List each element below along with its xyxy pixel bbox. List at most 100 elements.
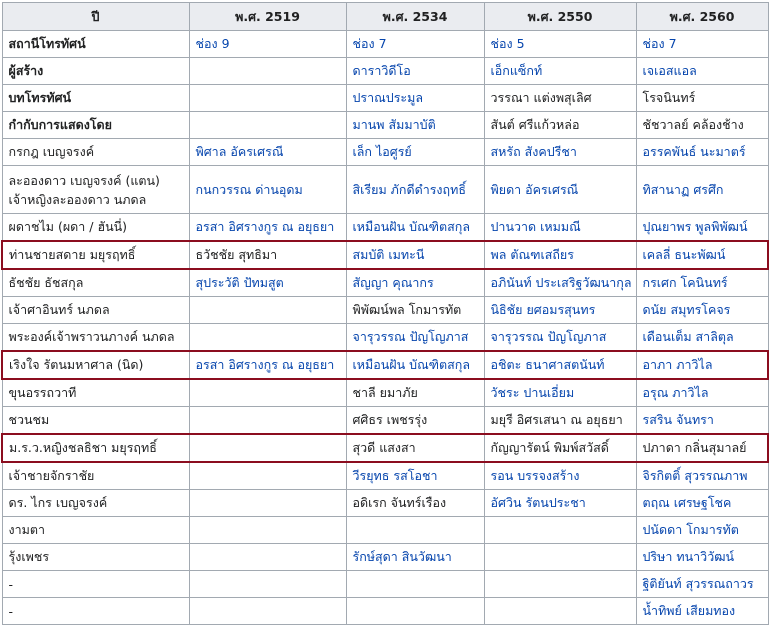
table-row: พระองค์เจ้าพราวนภางค์ นภดล จารุวรรณ ปัญโญ… <box>1 323 769 352</box>
cast-cell: จารุวรรณ ปัญโญภาส <box>483 323 637 352</box>
cast-cell: พิพัฒน์พล โกมารทัต <box>345 296 485 324</box>
cast-link[interactable]: วีรยุทธ รสโอชา <box>353 468 438 483</box>
cast-link[interactable]: ปริษา ทนาวิวัฒน์ <box>643 549 735 564</box>
cast-link[interactable]: อรสา อิศรางกูร ณ อยุธยา <box>196 219 335 234</box>
cast-link[interactable]: ช่อง 7 <box>643 36 677 51</box>
cast-link[interactable]: นิธิชัย ยศอมรสุนทร <box>491 302 596 317</box>
cast-link[interactable]: จารุวรรณ ปัญโญภาส <box>491 329 607 344</box>
cast-link[interactable]: เคลลี่ ธนะพัฒน์ <box>643 247 726 262</box>
cast-link[interactable]: น้ำทิพย์ เสียมทอง <box>643 603 736 618</box>
role-cell: ท่านชายสดาย มยุรฤทธิ์ <box>1 240 190 270</box>
cast-cell: วรรณา แต่งพสุเลิศ <box>483 84 637 112</box>
cast-link[interactable]: เดือนเต็ม สาลิตุล <box>643 329 734 344</box>
cast-link[interactable]: ตฤณ เศรษฐโชค <box>643 495 732 510</box>
cast-link[interactable]: ช่อง 7 <box>353 36 387 51</box>
header-year: ปี <box>1 2 190 31</box>
cast-link[interactable]: เล็ก ไอศูรย์ <box>353 144 412 159</box>
cast-cell: ธวัชชัย สุทธิมา <box>188 240 347 270</box>
cast-link[interactable]: กนกวรรณ ด่านอุดม <box>196 182 303 197</box>
cast-link[interactable]: สัญญา คุณากร <box>353 275 434 290</box>
cast-text: ปภาดา กลิ่นสุมาลย์ <box>642 440 747 455</box>
cast-link[interactable]: ปุณยาพร พูลพิพัฒน์ <box>643 219 748 234</box>
cast-link[interactable]: ช่อง 9 <box>196 36 230 51</box>
cast-cell: อาภา ภาวิไล <box>635 350 769 380</box>
cast-link[interactable]: ปานวาด เหมมณี <box>491 219 581 234</box>
cast-link[interactable]: มานพ สัมมาบัติ <box>353 117 436 132</box>
cast-link[interactable]: รสริน จันทรา <box>643 412 714 427</box>
cast-cell: อัศวิน รัตนประชา <box>483 489 637 517</box>
cast-link[interactable]: สหรัถ สังคปรีชา <box>491 144 577 159</box>
table-row: ชวนชม ศศิธร เพชรรุ่ง มยุรี อิศรเสนา ณ อยุธ… <box>1 406 769 435</box>
cast-link[interactable]: อรรคพันธ์ นะมาตร์ <box>643 144 746 159</box>
role-cell: สถานีโทรทัศน์ <box>1 30 190 58</box>
cast-link[interactable]: พิยดา อัครเศรณี <box>491 182 579 197</box>
role-cell: บทโทรทัศน์ <box>1 84 190 112</box>
cast-cell: ปริษา ทนาวิวัฒน์ <box>635 543 769 571</box>
role-cell: - <box>1 570 190 598</box>
cast-link[interactable]: เอ็กแซ็กท์ <box>491 63 543 78</box>
cast-cell: ช่อง 5 <box>483 30 637 58</box>
cast-link[interactable]: จิรกิตติ์ สุวรรณภาพ <box>643 468 748 483</box>
cast-cell: เล็ก ไอศูรย์ <box>345 138 485 166</box>
table-row: ธัชชัย ธัชสกุล สุประวัติ ปัทมสูต สัญญา คุณ… <box>1 268 769 297</box>
cast-cell: ปานวาด เหมมณี <box>483 213 637 242</box>
cast-cell: กนกวรรณ ด่านอุดม <box>188 165 347 214</box>
cast-link[interactable]: เหมือนฝัน บัณฑิตสกุล <box>353 357 471 372</box>
cast-text: อดิเรก จันทร์เรือง <box>352 495 447 510</box>
cast-text: ชัชวาลย์ คล้องช้าง <box>642 117 744 132</box>
cast-link[interactable]: ดนัย สมุทรโคจร <box>643 302 731 317</box>
header-2550: พ.ศ. 2550 <box>483 2 637 31</box>
cast-link[interactable]: เหมือนฝัน บัณฑิตสกุล <box>353 219 471 234</box>
table-row: กำกับการแสดงโดย มานพ สัมมาบัติ สันต์ ศรีแก… <box>1 111 769 139</box>
cast-text: สันต์ ศรีแก้วหล่อ <box>490 117 580 132</box>
header-2534: พ.ศ. 2534 <box>345 2 485 31</box>
cast-link[interactable]: อรุณ ภาวิไล <box>643 385 709 400</box>
cast-text: โรจนินทร์ <box>642 90 696 105</box>
cast-link[interactable]: รักษ์สุดา สินวัฒนา <box>353 549 452 564</box>
cast-link[interactable]: รอน บรรจงสร้าง <box>491 468 580 483</box>
cast-cell: ช่อง 7 <box>635 30 769 58</box>
cast-link[interactable]: สุประวัติ ปัทมสูต <box>196 275 284 290</box>
cast-link[interactable]: อัศวิน รัตนประชา <box>491 495 586 510</box>
cast-cell: สุวดี แสงสา <box>345 433 485 463</box>
cast-cell: ดาราวิดีโอ <box>345 57 485 85</box>
cast-link[interactable]: วัชระ ปานเอี่ยม <box>491 385 575 400</box>
cast-cell: ปภาดา กลิ่นสุมาลย์ <box>635 433 769 463</box>
cast-link[interactable]: อชิตะ ธนาศาสตนันท์ <box>491 357 605 372</box>
cast-cell: อดิเรก จันทร์เรือง <box>345 489 485 517</box>
table-row: เจ้าศาอินทร์ นภดล พิพัฒน์พล โกมารทัต นิธิช… <box>1 296 769 324</box>
cast-link[interactable]: อรสา อิศรางกูร ณ อยุธยา <box>196 357 335 372</box>
cast-cell: เอ็กแซ็กท์ <box>483 57 637 85</box>
cast-link[interactable]: ปนัดดา โกมารทัต <box>643 522 739 537</box>
cast-link[interactable]: อภินันท์ ประเสริฐวัฒนากุล <box>491 275 632 290</box>
cast-link[interactable]: ดาราวิดีโอ <box>353 63 411 78</box>
cast-link[interactable]: ฐิติยันท์ สุวรรณถาวร <box>643 576 754 591</box>
cast-link[interactable]: เจเอสแอล <box>643 63 697 78</box>
role-cell: เจ้าศาอินทร์ นภดล <box>1 296 190 324</box>
cast-text: ชาลี ยมาภัย <box>352 385 418 400</box>
cast-cell: มยุรี อิศรเสนา ณ อยุธยา <box>483 406 637 435</box>
cast-link[interactable]: สิเรียม ภักดีดำรงฤทธิ์ <box>353 182 466 197</box>
cast-cell: วัชระ ปานเอี่ยม <box>483 378 637 407</box>
table-row: เจ้าชายจักราชัย วีรยุทธ รสโอชา รอน บรรจงสร… <box>1 461 769 490</box>
cast-link[interactable]: พิศาล อัครเศรณี <box>196 144 284 159</box>
cast-cell: เจเอสแอล <box>635 57 769 85</box>
table-row: กรกฎ เบญจรงค์ พิศาล อัครเศรณี เล็ก ไอศูรย์… <box>1 138 769 166</box>
table-row: ท่านชายสดาย มยุรฤทธิ์ ธวัชชัย สุทธิมา สมบั… <box>1 240 769 270</box>
cast-text: กัญญารัตน์ พิมพ์สวัสดิ์ <box>490 440 609 455</box>
cast-link[interactable]: อาภา ภาวิไล <box>643 357 713 372</box>
cast-cell <box>188 406 347 435</box>
table-row: บทโทรทัศน์ ปราณประมูล วรรณา แต่งพสุเลิศ โรจ… <box>1 84 769 112</box>
cast-cell: สิเรียม ภักดีดำรงฤทธิ์ <box>345 165 485 214</box>
cast-link[interactable]: จารุวรรณ ปัญโญภาส <box>353 329 469 344</box>
cast-link[interactable]: ทิสานาฏ ศรศึก <box>643 182 724 197</box>
cast-link[interactable]: กรเศก โคนินทร์ <box>643 275 728 290</box>
cast-link[interactable]: พล ตัณฑเสถียร <box>491 247 574 262</box>
role-cell: งามตา <box>1 516 190 544</box>
header-row: ปี พ.ศ. 2519 พ.ศ. 2534 พ.ศ. 2550 พ.ศ. 25… <box>1 2 769 31</box>
cast-link[interactable]: ปราณประมูล <box>353 90 424 105</box>
cast-link[interactable]: สมบัติ เมทะนี <box>353 247 425 262</box>
cast-link[interactable]: ช่อง 5 <box>491 36 525 51</box>
cast-cell <box>188 461 347 490</box>
role-cell: กำกับการแสดงโดย <box>1 111 190 139</box>
